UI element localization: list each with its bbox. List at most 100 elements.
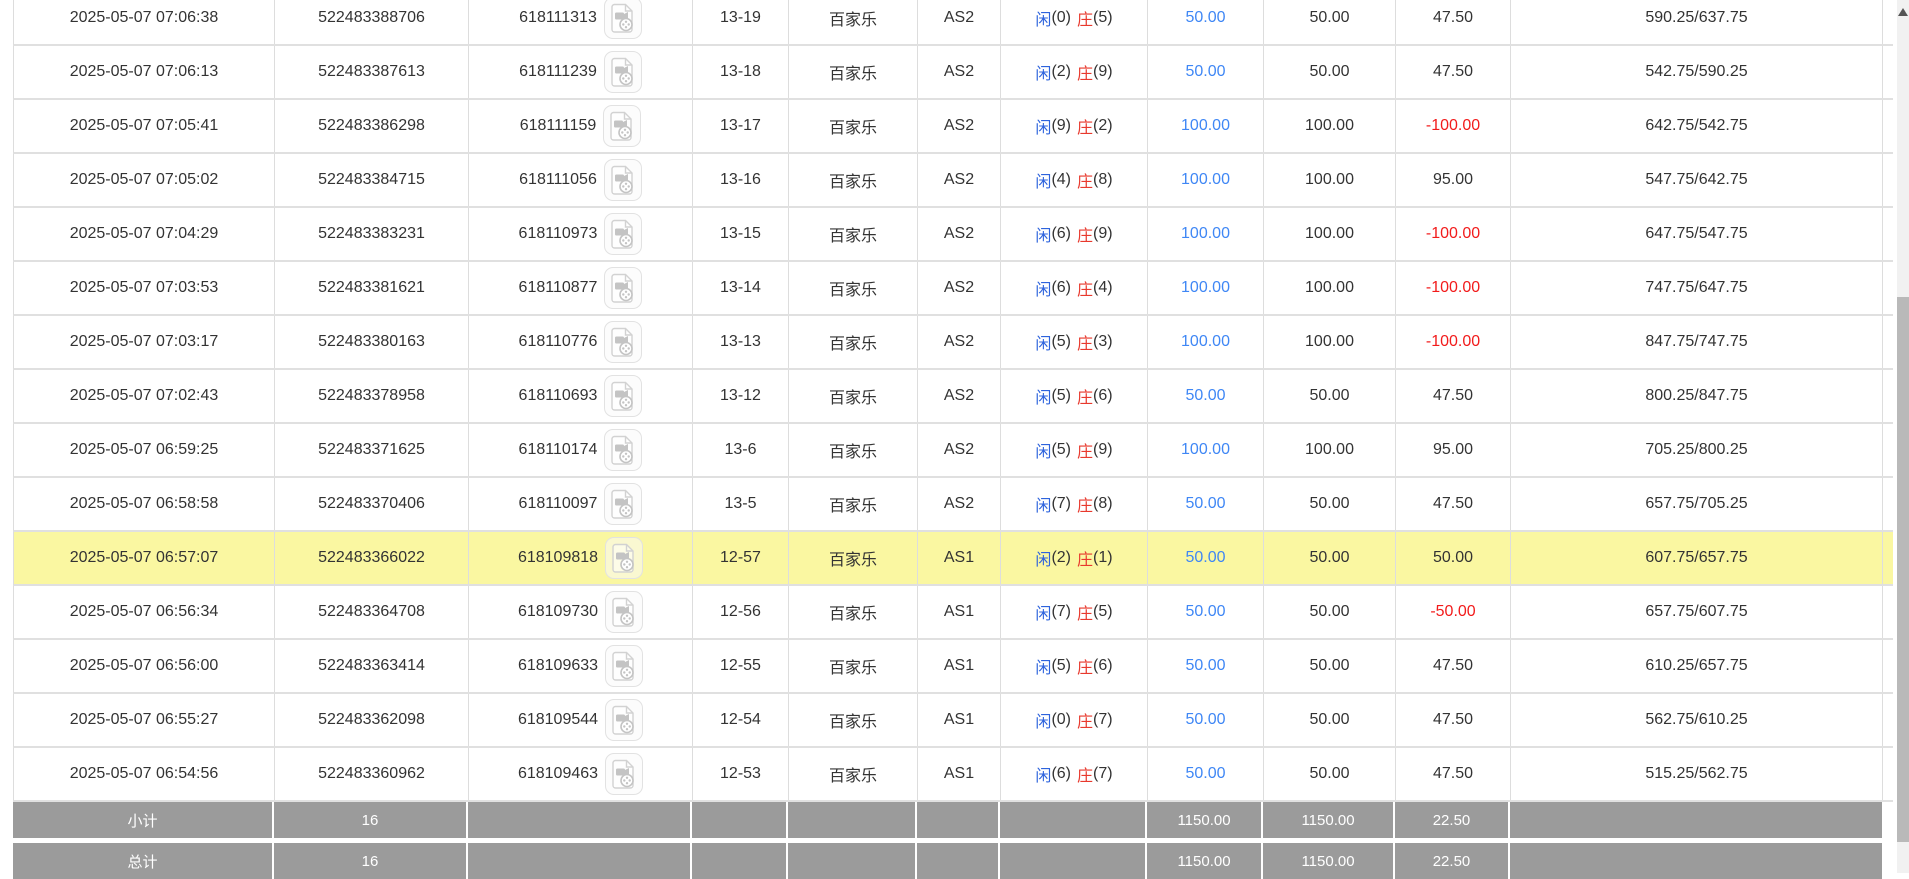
player-label: 闲 [1035,12,1052,29]
round-number: 13-12 [720,387,761,404]
result-cell: 闲 (2) 庄 (1) [1001,532,1148,584]
order-number-cell: 522483364708 [275,586,469,638]
scroll-up-arrow-icon[interactable] [1898,8,1908,16]
bet-amount-link[interactable]: 100.00 [1181,441,1230,459]
game-number-cell: 618109544 [469,694,693,746]
video-replay-button[interactable] [605,591,644,633]
summary-empty-cell [917,843,1000,879]
bet-time: 2025-05-07 06:56:34 [69,603,219,620]
valid-bet-cell: 100.00 [1264,424,1396,476]
balance-before-after: 705.25/800.25 [1645,441,1748,458]
valid-bet-cell: 100.00 [1264,154,1396,206]
video-replay-button[interactable] [604,375,643,417]
vertical-scrollbar[interactable] [1897,0,1909,873]
game-number-cell: 618110097 [469,478,693,530]
video-replay-button[interactable] [605,753,644,795]
valid-bet-cell: 50.00 [1264,370,1396,422]
video-replay-button[interactable] [603,105,642,147]
result-cell: 闲 (0) 庄 (5) [1001,0,1148,44]
table-row[interactable]: 2025-05-07 06:55:27 522483362098 6181095… [13,694,1893,748]
table-row[interactable]: 2025-05-07 07:06:13 522483387613 6181112… [13,46,1893,100]
valid-bet-cell: 50.00 [1264,694,1396,746]
bet-amount-link[interactable]: 100.00 [1181,171,1230,189]
banker-label: 庄 [1077,714,1094,731]
banker-label: 庄 [1077,606,1094,623]
round-cell: 13-14 [693,262,789,314]
table-row[interactable]: 2025-05-07 06:56:34 522483364708 6181097… [13,586,1893,640]
game-number-cell: 618109463 [469,748,693,800]
video-replay-button[interactable] [603,0,642,39]
table-row[interactable]: 2025-05-07 07:05:02 522483384715 6181110… [13,154,1893,208]
bet-amount-link[interactable]: 50.00 [1185,657,1225,675]
valid-bet-cell: 100.00 [1264,316,1396,368]
table-row[interactable]: 2025-05-07 06:56:00 522483363414 6181096… [13,640,1893,694]
table-row[interactable]: 2025-05-07 07:05:41 522483386298 6181111… [13,100,1893,154]
table-name-cell: AS1 [918,748,1001,800]
bet-amount-link[interactable]: 50.00 [1185,765,1225,783]
round-cell: 13-15 [693,208,789,260]
bet-amount-link[interactable]: 100.00 [1181,117,1230,135]
table-row[interactable]: 2025-05-07 06:54:56 522483360962 6181094… [13,748,1893,802]
game-type: 百家乐 [828,282,877,299]
banker-points: (2) [1093,117,1113,134]
bet-amount-link[interactable]: 100.00 [1181,225,1230,243]
table-name: AS2 [943,387,975,404]
table-row[interactable]: 2025-05-07 06:57:07 522483366022 6181098… [13,532,1893,586]
banker-label: 庄 [1077,552,1094,569]
video-replay-button[interactable] [604,213,643,255]
bet-amount-link[interactable]: 50.00 [1185,9,1225,27]
balance-before-after: 610.25/657.75 [1645,657,1748,674]
table-name: AS2 [943,117,975,134]
order-number: 522483386298 [318,117,425,134]
bet-amount-link[interactable]: 50.00 [1185,549,1225,567]
round-number: 12-55 [720,657,761,674]
game-type: 百家乐 [828,336,877,353]
order-number: 522483384715 [318,171,425,188]
video-replay-icon [611,489,634,519]
summary-bet-total: 1150.00 [1177,852,1231,870]
summary-valid-cell: 1150.00 [1263,802,1395,838]
table-row[interactable]: 2025-05-07 07:04:29 522483383231 6181109… [13,208,1893,262]
order-number: 522483381621 [318,279,425,296]
player-points: (5) [1051,657,1071,674]
bet-time-cell: 2025-05-07 07:04:29 [14,208,275,260]
bet-amount-link[interactable]: 50.00 [1185,495,1225,513]
game-number-cell: 618111313 [469,0,693,44]
bet-amount-link[interactable]: 50.00 [1185,711,1225,729]
balance-before-after: 847.75/747.75 [1645,333,1748,350]
video-replay-button[interactable] [605,537,644,579]
video-replay-button[interactable] [604,267,643,309]
bet-amount-link[interactable]: 50.00 [1185,387,1225,405]
table-row[interactable]: 2025-05-07 07:06:38 522483388706 6181113… [13,0,1893,46]
balance-before-after: 642.75/542.75 [1645,117,1748,134]
video-replay-button[interactable] [604,321,643,363]
table-row[interactable]: 2025-05-07 06:59:25 522483371625 6181101… [13,424,1893,478]
video-replay-button[interactable] [604,483,643,525]
summary-empty-cell [468,843,692,879]
order-number: 522483388706 [318,9,425,26]
video-replay-button[interactable] [605,699,644,741]
video-replay-button[interactable] [603,159,642,201]
bet-time-cell: 2025-05-07 06:57:07 [14,532,275,584]
video-replay-button[interactable] [604,429,643,471]
table-name: AS2 [943,495,975,512]
player-label: 闲 [1035,606,1052,623]
table-row[interactable]: 2025-05-07 07:03:53 522483381621 6181108… [13,262,1893,316]
order-number: 522483360962 [318,765,425,782]
table-row[interactable]: 2025-05-07 07:03:17 522483380163 6181107… [13,316,1893,370]
bet-amount-link[interactable]: 50.00 [1185,603,1225,621]
game-number: 618110174 [518,441,598,458]
bet-time: 2025-05-07 07:03:17 [69,333,219,350]
bet-amount-link[interactable]: 100.00 [1181,333,1230,351]
balance-cell: 705.25/800.25 [1511,424,1883,476]
valid-bet-amount: 50.00 [1309,765,1350,782]
table-row[interactable]: 2025-05-07 06:58:58 522483370406 6181100… [13,478,1893,532]
order-number: 522483370406 [318,495,425,512]
table-row[interactable]: 2025-05-07 07:02:43 522483378958 6181106… [13,370,1893,424]
scrollbar-thumb[interactable] [1897,297,1909,842]
video-replay-button[interactable] [605,645,644,687]
bet-amount-link[interactable]: 50.00 [1185,63,1225,81]
bet-amount-link[interactable]: 100.00 [1181,279,1230,297]
video-replay-button[interactable] [603,51,642,93]
player-points: (0) [1051,9,1071,26]
